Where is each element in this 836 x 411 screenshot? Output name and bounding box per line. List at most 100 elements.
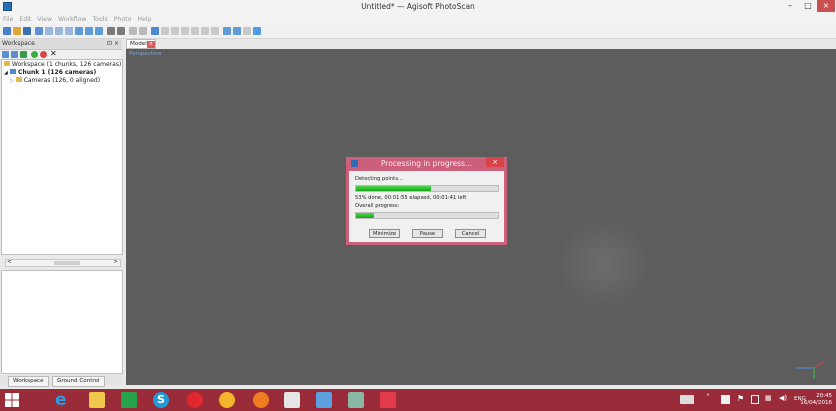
shaded-icon[interactable] bbox=[181, 27, 189, 35]
remove-items-icon[interactable]: ✕ bbox=[50, 50, 57, 58]
enable-icon[interactable] bbox=[31, 51, 38, 58]
progress-status: 53% done, 00:01:55 elapsed, 00:01:41 lef… bbox=[355, 195, 467, 201]
tab-model[interactable]: Model × bbox=[126, 39, 156, 49]
redo-icon[interactable] bbox=[139, 27, 147, 35]
tree-cameras[interactable]: ▷ Cameras (126, 0 aligned) bbox=[10, 77, 100, 85]
circle-select-icon[interactable] bbox=[55, 27, 63, 35]
workspace-tree: Workspace (1 chunks, 126 cameras) ◢ Chun… bbox=[1, 59, 123, 255]
windows-start-icon[interactable] bbox=[4, 392, 20, 408]
app-icon-red[interactable] bbox=[380, 392, 396, 408]
show-aligned-icon[interactable] bbox=[243, 27, 251, 35]
save-icon[interactable] bbox=[23, 27, 31, 35]
menu-help[interactable]: Help bbox=[134, 14, 154, 25]
move-region-icon[interactable] bbox=[75, 27, 83, 35]
add-photos-icon[interactable] bbox=[11, 51, 18, 58]
resize-region-icon[interactable] bbox=[85, 27, 93, 35]
dense-cloud-icon[interactable] bbox=[171, 27, 179, 35]
navigation-icon[interactable] bbox=[35, 27, 43, 35]
menu-bar: File Edit View Workflow Tools Photo Help bbox=[0, 14, 836, 25]
expand-arrow-icon[interactable]: ◢ bbox=[4, 70, 8, 76]
notepad-icon[interactable] bbox=[284, 392, 300, 408]
close-button[interactable]: × bbox=[817, 0, 835, 12]
point-cloud-icon[interactable] bbox=[161, 27, 169, 35]
dialog-title: Processing in progress... bbox=[380, 159, 473, 168]
show-markers-icon[interactable] bbox=[233, 27, 241, 35]
volume-icon[interactable]: ◀) bbox=[779, 394, 787, 402]
network-icon[interactable]: ▦ bbox=[765, 394, 772, 402]
disable-icon[interactable] bbox=[40, 51, 47, 58]
taskbar-clock[interactable]: 20:45 16/04/2016 bbox=[800, 393, 832, 407]
add-folder-icon[interactable] bbox=[20, 51, 27, 58]
tree-workspace-root[interactable]: Workspace (1 chunks, 126 cameras) bbox=[4, 61, 121, 69]
tree-chunk-label: Chunk 1 (126 cameras) bbox=[18, 69, 97, 76]
trackball-sphere bbox=[556, 216, 652, 312]
overall-progress-fill bbox=[356, 213, 375, 218]
menu-edit[interactable]: Edit bbox=[16, 14, 34, 25]
clock-date: 16/04/2016 bbox=[800, 400, 832, 406]
show-region-icon[interactable] bbox=[253, 27, 261, 35]
undo-icon[interactable] bbox=[129, 27, 137, 35]
tree-cameras-label: Cameras (126, 0 aligned) bbox=[23, 77, 101, 84]
scroll-right-button[interactable]: > bbox=[113, 259, 118, 265]
menu-view[interactable]: View bbox=[34, 14, 55, 25]
add-chunk-icon[interactable] bbox=[2, 51, 9, 58]
tab-workspace[interactable]: Workspace bbox=[8, 376, 49, 387]
delete-selection-icon[interactable] bbox=[107, 27, 115, 35]
free-select-icon[interactable] bbox=[65, 27, 73, 35]
scroll-thumb[interactable] bbox=[54, 261, 80, 265]
maximize-button[interactable]: □ bbox=[799, 0, 817, 12]
panel-float-close-controls[interactable]: ⊡ × bbox=[107, 40, 119, 47]
photoscan-taskbar-icon[interactable] bbox=[316, 392, 332, 408]
title-bar: Untitled* — Agisoft PhotoScan – □ × bbox=[0, 0, 836, 14]
chrome-icon[interactable] bbox=[219, 392, 235, 408]
wireframe-icon[interactable] bbox=[201, 27, 209, 35]
pause-button[interactable]: Pause bbox=[412, 229, 443, 238]
collapse-arrow-icon[interactable]: ▷ bbox=[10, 78, 14, 84]
processing-dialog: Processing in progress... × Detecting po… bbox=[346, 157, 507, 245]
keyboard-icon[interactable] bbox=[680, 395, 694, 404]
tab-model-close-icon[interactable]: × bbox=[147, 41, 155, 48]
open-icon[interactable] bbox=[13, 27, 21, 35]
opera-icon[interactable] bbox=[187, 392, 203, 408]
tree-workspace-label: Workspace (1 chunks, 126 cameras) bbox=[11, 61, 122, 68]
overall-progress-label: Overall progress: bbox=[355, 203, 400, 209]
textured-icon[interactable] bbox=[211, 27, 219, 35]
paint-icon[interactable] bbox=[348, 392, 364, 408]
firefox-icon[interactable] bbox=[253, 392, 269, 408]
menu-workflow[interactable]: Workflow bbox=[55, 14, 89, 25]
tray-expand-icon[interactable]: ˄ bbox=[706, 393, 710, 402]
menu-file[interactable]: File bbox=[0, 14, 16, 25]
minimize-button[interactable]: – bbox=[781, 0, 799, 12]
tab-model-label: Model bbox=[130, 41, 147, 47]
flag-icon[interactable]: ⚑ bbox=[737, 394, 744, 403]
axis-indicator bbox=[796, 361, 824, 379]
tab-ground-control[interactable]: Ground Control bbox=[52, 376, 105, 387]
rectangle-select-icon[interactable] bbox=[45, 27, 53, 35]
skype-icon[interactable]: S bbox=[153, 392, 169, 408]
crop-selection-icon[interactable] bbox=[117, 27, 125, 35]
properties-panel bbox=[1, 270, 123, 374]
folder-icon bbox=[15, 77, 22, 82]
reset-view-icon[interactable] bbox=[223, 27, 231, 35]
show-cameras-icon[interactable] bbox=[151, 27, 159, 35]
minimize-dialog-button[interactable]: Minimize bbox=[369, 229, 400, 238]
windows-tray-icon[interactable] bbox=[721, 395, 730, 404]
rotate-region-icon[interactable] bbox=[95, 27, 103, 35]
battery-icon[interactable] bbox=[751, 395, 759, 404]
dialog-close-button[interactable]: × bbox=[486, 157, 504, 167]
scroll-left-button[interactable]: < bbox=[7, 259, 12, 265]
main-toolbar bbox=[0, 25, 836, 39]
menu-photo[interactable]: Photo bbox=[111, 14, 135, 25]
menu-tools[interactable]: Tools bbox=[89, 14, 110, 25]
solid-icon[interactable] bbox=[191, 27, 199, 35]
internet-explorer-icon[interactable]: e bbox=[55, 392, 71, 409]
dialog-title-bar: Processing in progress... bbox=[346, 157, 507, 171]
cancel-button[interactable]: Cancel bbox=[455, 229, 486, 238]
workspace-icon bbox=[4, 61, 10, 66]
workspace-horizontal-scrollbar[interactable]: < > bbox=[5, 259, 121, 267]
file-explorer-icon[interactable] bbox=[89, 392, 105, 408]
store-icon[interactable] bbox=[121, 392, 137, 408]
step-label: Detecting points... bbox=[355, 176, 403, 182]
new-icon[interactable] bbox=[3, 27, 11, 35]
tree-chunk-1[interactable]: ◢ Chunk 1 (126 cameras) bbox=[4, 69, 96, 77]
